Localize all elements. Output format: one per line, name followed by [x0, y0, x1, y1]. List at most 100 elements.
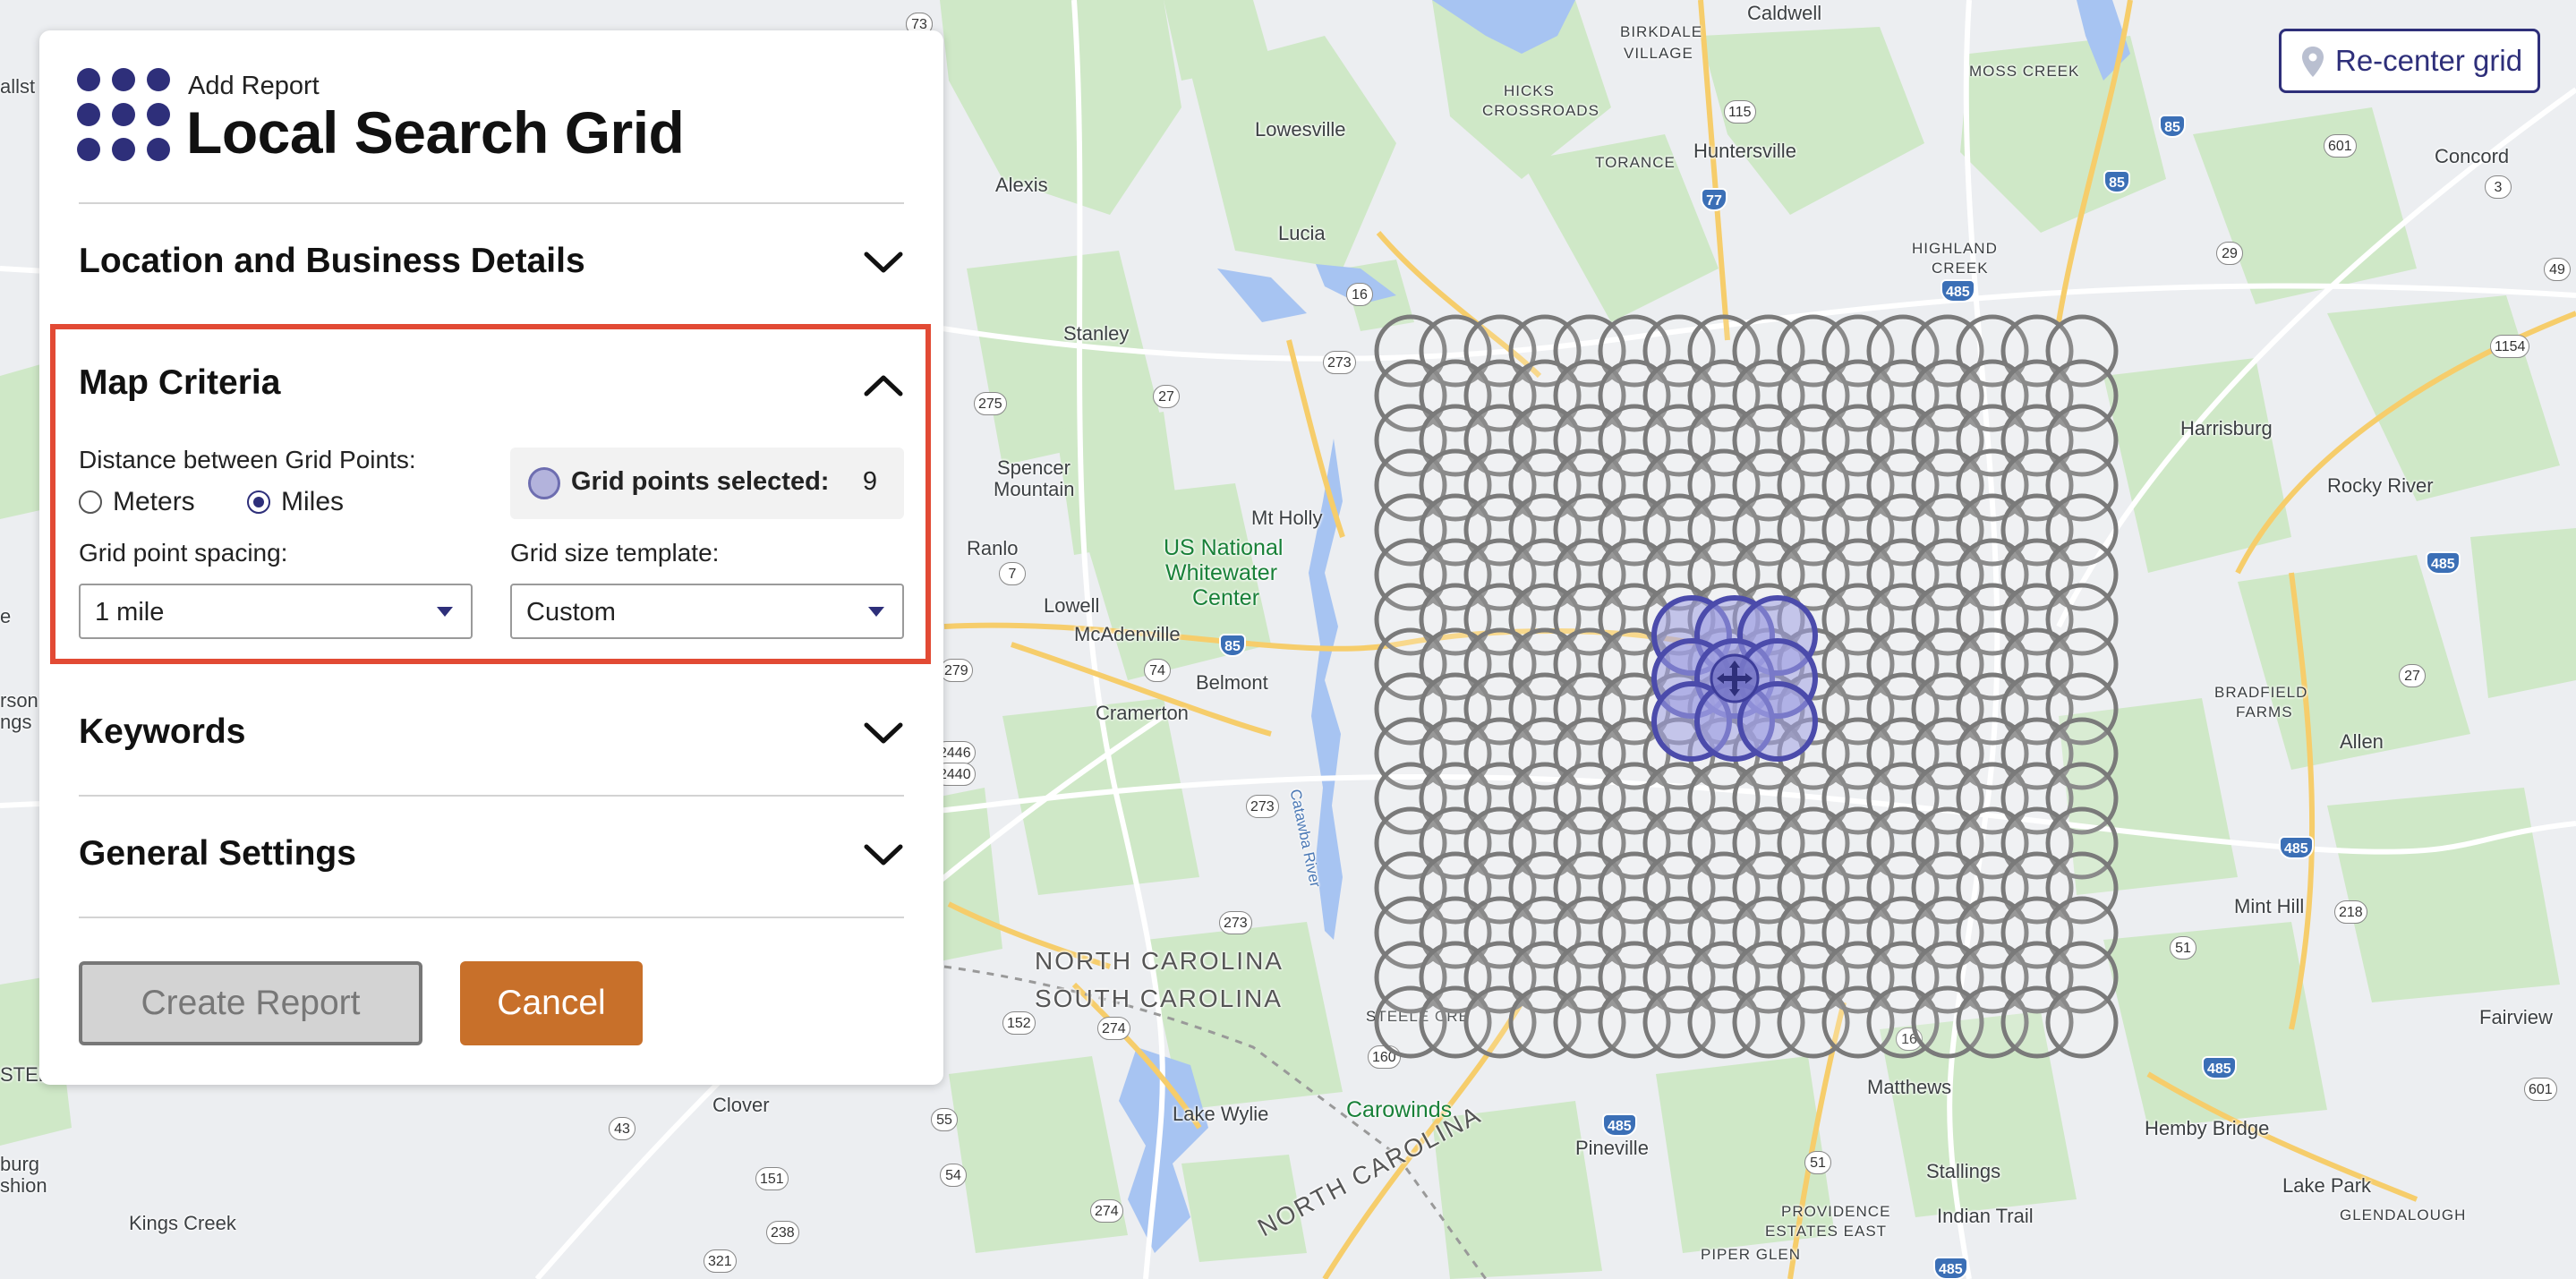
map-place-label: allst	[0, 75, 36, 98]
map-place-label: Whitewater	[1165, 560, 1278, 585]
map-place-label: CROSSROADS	[1482, 102, 1599, 119]
map-place-label: Stallings	[1926, 1160, 2001, 1182]
map-place-label: PIPER GLEN	[1701, 1246, 1802, 1263]
map-place-label: Allen	[2340, 730, 2384, 753]
interstate-shield: 85	[2159, 115, 2186, 138]
map-place-label: PROVIDENCE	[1781, 1203, 1891, 1220]
recenter-grid-button[interactable]: Re-center grid	[2279, 29, 2540, 93]
section-location-title[interactable]: Location and Business Details	[79, 242, 585, 281]
highway-shield: 16	[1346, 283, 1373, 306]
chevron-up-icon[interactable]	[863, 372, 904, 399]
highway-shield: 43	[609, 1117, 635, 1140]
map-place-label: US National	[1164, 535, 1284, 560]
map-place-label: e	[0, 605, 12, 627]
spacing-select[interactable]: 1 mile	[79, 584, 473, 639]
radio-miles-label[interactable]: Miles	[281, 487, 344, 517]
radio-miles[interactable]	[247, 490, 270, 514]
highway-shield: 115	[1724, 100, 1756, 124]
map-place-label: Kings Creek	[129, 1212, 236, 1234]
highway-shield: 160	[1368, 1045, 1401, 1069]
interstate-shield: 485	[2426, 551, 2461, 575]
interstate-shield: 485	[2202, 1056, 2237, 1079]
highway-shield: 74	[1144, 659, 1171, 682]
map-place-label: Mountain	[994, 478, 1075, 500]
map-place-label: Huntersville	[1693, 140, 1796, 162]
highway-shield: 218	[2334, 900, 2367, 924]
section-keywords-title[interactable]: Keywords	[79, 712, 245, 752]
map-place-label: MOSS CREEK	[1969, 63, 2080, 80]
map-place-label: Lake Wylie	[1173, 1103, 1269, 1125]
interstate-shield: 485	[1941, 279, 1975, 303]
highway-shield: 273	[1246, 795, 1279, 818]
chevron-down-icon[interactable]	[863, 841, 904, 868]
map-place-label: Caldwell	[1747, 2, 1822, 24]
highway-shield: 274	[1090, 1199, 1123, 1223]
highway-shield: 55	[931, 1108, 958, 1131]
highway-shield: 7	[999, 562, 1026, 585]
interstate-shield: 485	[1933, 1257, 1968, 1279]
map-place-label: shion	[0, 1174, 47, 1197]
map-state-label: NORTH CAROLINA	[1035, 947, 1284, 975]
section-map-criteria-title[interactable]: Map Criteria	[79, 363, 280, 403]
interstate-shield: 85	[1219, 634, 1246, 657]
section-general-title[interactable]: General Settings	[79, 834, 356, 874]
map-place-label: Fairview	[2479, 1006, 2553, 1028]
divider	[79, 795, 904, 797]
grid-points-count: 9	[862, 467, 877, 496]
interstate-shield: 77	[1701, 188, 1727, 211]
map-place-label: Cramerton	[1096, 702, 1189, 724]
page-title: Local Search Grid	[186, 99, 685, 166]
template-select-value: Custom	[526, 598, 616, 627]
recenter-grid-label: Re-center grid	[2335, 44, 2523, 77]
map-place-label: ESTATES EAST	[1765, 1223, 1888, 1240]
map-place-label: VILLAGE	[1624, 45, 1693, 62]
highway-shield: 3	[2485, 175, 2512, 199]
radio-meters[interactable]	[79, 490, 102, 514]
highway-shield: 279	[940, 659, 973, 682]
highway-shield: 238	[766, 1221, 799, 1244]
map-place-label: Spencer	[997, 456, 1070, 479]
map-place-label: Alexis	[995, 174, 1048, 196]
highway-shield: 601	[2324, 134, 2357, 158]
map-place-label: BIRKDALE	[1620, 23, 1703, 40]
distance-label: Distance between Grid Points:	[79, 446, 416, 473]
map-place-label: burg	[0, 1153, 40, 1175]
highway-shield: 54	[940, 1164, 967, 1187]
highway-shield: 49	[2544, 258, 2571, 281]
radio-meters-label[interactable]: Meters	[113, 487, 195, 517]
map-place-label: Mt Holly	[1251, 507, 1323, 529]
map-place-label: GLENDALOUGH	[2340, 1207, 2467, 1224]
highway-shield: 273	[1323, 351, 1356, 374]
highway-shield: 27	[2399, 664, 2426, 687]
chevron-down-icon[interactable]	[863, 720, 904, 746]
map-place-label: Belmont	[1196, 671, 1268, 694]
page-subtitle: Add Report	[188, 72, 320, 100]
map-place-label: Center	[1192, 585, 1260, 610]
template-select[interactable]: Custom	[510, 584, 904, 639]
dot-grid-logo-icon	[77, 68, 170, 161]
cancel-button[interactable]: Cancel	[460, 961, 643, 1045]
map-place-label: McAdenville	[1074, 623, 1181, 645]
map-place-label: Matthews	[1867, 1076, 1952, 1098]
highway-shield: 151	[755, 1167, 789, 1190]
map-place-label: Hemby Bridge	[2145, 1117, 2270, 1139]
chevron-down-icon[interactable]	[863, 249, 904, 276]
highway-shield: 274	[1097, 1017, 1130, 1040]
create-report-button[interactable]: Create Report	[79, 961, 422, 1045]
highway-shield: 27	[1153, 385, 1180, 408]
spacing-label: Grid point spacing:	[79, 539, 288, 567]
map-place-label: ngs	[0, 711, 32, 733]
highway-shield: 273	[1219, 911, 1252, 934]
map-place-label: HIGHLAND	[1912, 240, 1998, 257]
highway-shield: 51	[2170, 936, 2196, 959]
highway-shield: 16	[1896, 1027, 1923, 1051]
map-place-label: Lowell	[1044, 594, 1100, 617]
map-state-label: SOUTH CAROLINA	[1035, 985, 1283, 1012]
interstate-shield: 485	[2279, 836, 2314, 859]
map-place-label: FARMS	[2236, 703, 2293, 721]
divider	[79, 202, 904, 204]
highway-shield: 152	[1002, 1011, 1036, 1035]
map-place-label: HICKS	[1504, 82, 1555, 99]
template-label: Grid size template:	[510, 539, 720, 567]
map-place-label: Lowesville	[1255, 118, 1346, 141]
